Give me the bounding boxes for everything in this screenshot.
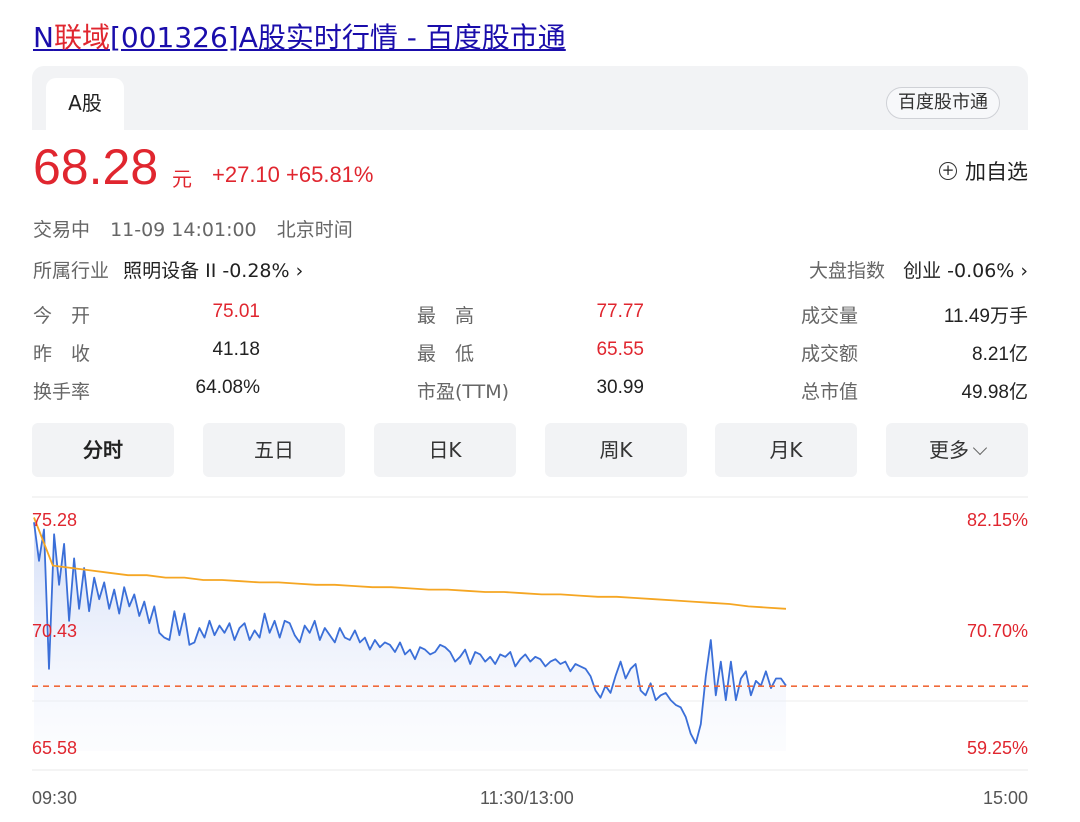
- y-right-tick: 82.15%: [966, 510, 1028, 530]
- market-index-link[interactable]: 大盘指数 创业 -0.06% ›: [809, 256, 1028, 283]
- status-zone: 北京时间: [276, 219, 353, 241]
- tab-five-day[interactable]: 五日: [203, 423, 345, 477]
- y-right-tick: 59.25%: [966, 738, 1028, 758]
- price-area: [34, 522, 786, 751]
- stat-label: 成交量: [801, 305, 859, 327]
- market-index-value: 创业 -0.06% ›: [903, 260, 1028, 282]
- stat-pe-ttm: 30.99: [596, 377, 644, 398]
- y-left-tick: 65.58: [32, 738, 78, 758]
- price-change: +27.10 +65.81%: [212, 162, 374, 187]
- quote-stats: 今 开 75.01 最 高 77.77 成交量 11.49万手 昨 收 41.1…: [33, 297, 1028, 411]
- chart-period-tabs: 分时 五日 日K 周K 月K 更多: [32, 423, 1028, 477]
- stat-low: 65.55: [596, 339, 644, 360]
- tab-daily-k[interactable]: 日K: [374, 423, 516, 477]
- plus-circle-icon: +: [939, 162, 957, 180]
- stat-turnover: 8.21亿: [972, 344, 1028, 365]
- x-tick: 15:00: [982, 788, 1028, 808]
- chart-canvas: [32, 496, 1028, 771]
- title-suffix: [001326]A股实时行情 - 百度股市通: [109, 21, 566, 54]
- stat-turnover-rate: 64.08%: [195, 377, 260, 398]
- tab-intraday[interactable]: 分时: [32, 423, 174, 477]
- y-left-tick: 75.28: [32, 510, 78, 530]
- stat-market-cap: 49.98亿: [961, 382, 1028, 403]
- market-index-label: 大盘指数: [809, 260, 886, 282]
- stat-label: 市盈(TTM): [417, 381, 510, 403]
- y-right-tick: 70.70%: [966, 621, 1028, 641]
- trading-status: 交易中 11-09 14:01:00 北京时间: [33, 215, 367, 242]
- intraday-chart[interactable]: 75.28 70.43 65.58 82.15% 70.70% 59.25%: [32, 496, 1028, 771]
- stat-label: 换手率: [33, 381, 91, 403]
- stat-label: 成交额: [801, 343, 859, 365]
- tab-more[interactable]: 更多: [886, 423, 1028, 477]
- industry-link[interactable]: 所属行业 照明设备 II -0.28% ›: [33, 256, 303, 283]
- x-tick: 11:30/13:00: [480, 788, 574, 808]
- stat-prev-close: 41.18: [212, 339, 260, 360]
- brand-badge[interactable]: 百度股市通: [886, 87, 1000, 119]
- industry-value: 照明设备 II -0.28% ›: [123, 260, 304, 282]
- stat-volume: 11.49万手: [943, 306, 1028, 327]
- stat-label: 最 低: [417, 343, 475, 365]
- stats-row: 换手率 64.08% 市盈(TTM) 30.99 总市值 49.98亿: [33, 373, 1028, 411]
- add-watchlist-button[interactable]: + 加自选: [939, 156, 1028, 186]
- market-tab-bar: A股 百度股市通: [32, 66, 1028, 130]
- add-watchlist-label: 加自选: [965, 160, 1028, 184]
- time-axis: 09:30 11:30/13:00 15:00: [32, 788, 1028, 812]
- average-line: [33, 517, 787, 610]
- title-highlight: 联域: [53, 21, 110, 54]
- stats-row: 今 开 75.01 最 高 77.77 成交量 11.49万手: [33, 297, 1028, 335]
- status-state: 交易中: [33, 219, 91, 241]
- chevron-down-icon: [972, 440, 988, 456]
- tab-monthly-k[interactable]: 月K: [715, 423, 857, 477]
- x-tick: 09:30: [32, 788, 78, 808]
- stat-label: 总市值: [801, 381, 859, 403]
- stats-row: 昨 收 41.18 最 低 65.55 成交额 8.21亿: [33, 335, 1028, 373]
- stat-label: 今 开: [33, 305, 91, 327]
- industry-label: 所属行业: [33, 260, 110, 282]
- stat-open: 75.01: [212, 301, 260, 322]
- page-title[interactable]: N联域[001326]A股实时行情 - 百度股市通: [33, 16, 566, 56]
- status-time: 11-09 14:01:00: [110, 219, 257, 241]
- more-label: 更多: [929, 438, 969, 462]
- tab-weekly-k[interactable]: 周K: [545, 423, 687, 477]
- price-unit: 元: [172, 167, 192, 191]
- current-price: 68.28: [33, 139, 159, 195]
- stat-label: 昨 收: [33, 343, 91, 365]
- tab-a-share[interactable]: A股: [46, 78, 124, 130]
- stat-label: 最 高: [417, 305, 475, 327]
- stat-high: 77.77: [596, 301, 644, 322]
- title-prefix: N: [33, 21, 54, 54]
- y-left-tick: 70.43: [32, 621, 78, 641]
